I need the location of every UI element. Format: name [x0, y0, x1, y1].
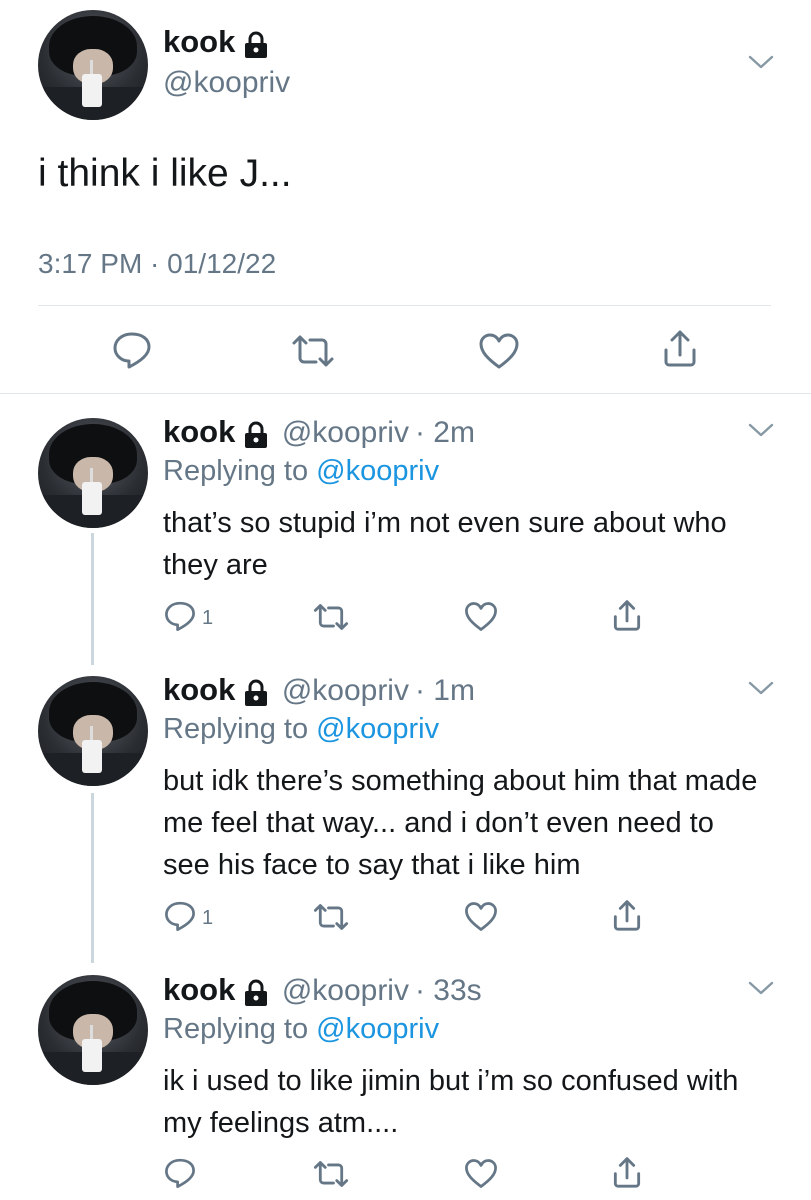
like-icon[interactable]	[464, 901, 498, 937]
tweet-text: that’s so stupid i’m not even sure about…	[163, 507, 727, 581]
like-icon[interactable]	[464, 1158, 498, 1194]
replying-to-label: Replying to	[163, 455, 309, 487]
chevron-down-icon[interactable]	[747, 422, 775, 438]
tweet-text: ik i used to like jimin but i’m so confu…	[163, 1065, 739, 1139]
reply-icon[interactable]	[111, 330, 153, 375]
replying-to-link[interactable]: @koopriv	[316, 713, 439, 745]
retweet-icon[interactable]	[312, 903, 350, 936]
tweet-timestamp[interactable]: 3:17 PM · 01/12/22	[38, 248, 276, 280]
handle[interactable]: @koopriv	[282, 674, 409, 707]
chevron-down-icon[interactable]	[747, 680, 775, 696]
tweet-time[interactable]: · 33s	[415, 974, 482, 1007]
display-name[interactable]: kook	[163, 24, 235, 59]
avatar[interactable]	[38, 676, 148, 786]
reply-icon[interactable]	[163, 600, 197, 637]
share-icon[interactable]	[612, 1155, 642, 1194]
retweet-icon[interactable]	[312, 1160, 350, 1193]
lock-icon	[243, 31, 269, 64]
lock-icon	[243, 979, 269, 1012]
replying-to-link[interactable]: @koopriv	[316, 1013, 439, 1045]
replying-to-label: Replying to	[163, 1013, 309, 1045]
display-name[interactable]: kook	[163, 972, 235, 1007]
avatar[interactable]	[38, 418, 148, 528]
tweet-time[interactable]: · 2m	[415, 416, 475, 449]
share-icon[interactable]	[612, 598, 642, 637]
share-icon[interactable]	[662, 328, 698, 373]
tweet-text: but idk there’s something about him that…	[163, 765, 758, 881]
handle[interactable]: @koopriv	[282, 416, 409, 449]
replying-to-label: Replying to	[163, 713, 309, 745]
reply-icon[interactable]	[163, 900, 197, 937]
thread-line	[91, 793, 94, 963]
divider	[0, 393, 811, 394]
avatar[interactable]	[38, 10, 148, 120]
share-icon[interactable]	[612, 898, 642, 937]
tweet-text: i think i like J...	[38, 152, 292, 195]
divider	[38, 305, 771, 306]
handle[interactable]: @koopriv	[282, 974, 409, 1007]
like-icon[interactable]	[464, 601, 498, 637]
like-icon[interactable]	[478, 332, 520, 375]
chevron-down-icon[interactable]	[747, 980, 775, 996]
handle[interactable]: @koopriv	[163, 66, 290, 100]
lock-icon	[243, 679, 269, 712]
tweet-time[interactable]: · 1m	[415, 674, 475, 707]
reply-icon[interactable]	[163, 1157, 197, 1194]
retweet-icon[interactable]	[290, 334, 336, 373]
replying-to-link[interactable]: @koopriv	[316, 455, 439, 487]
thread-line	[91, 533, 94, 665]
reply-count: 1	[202, 907, 214, 929]
display-name[interactable]: kook	[163, 672, 235, 707]
avatar[interactable]	[38, 975, 148, 1085]
retweet-icon[interactable]	[312, 603, 350, 636]
chevron-down-icon[interactable]	[747, 54, 775, 70]
display-name[interactable]: kook	[163, 414, 235, 449]
lock-icon	[243, 421, 269, 454]
reply-count: 1	[202, 607, 214, 629]
